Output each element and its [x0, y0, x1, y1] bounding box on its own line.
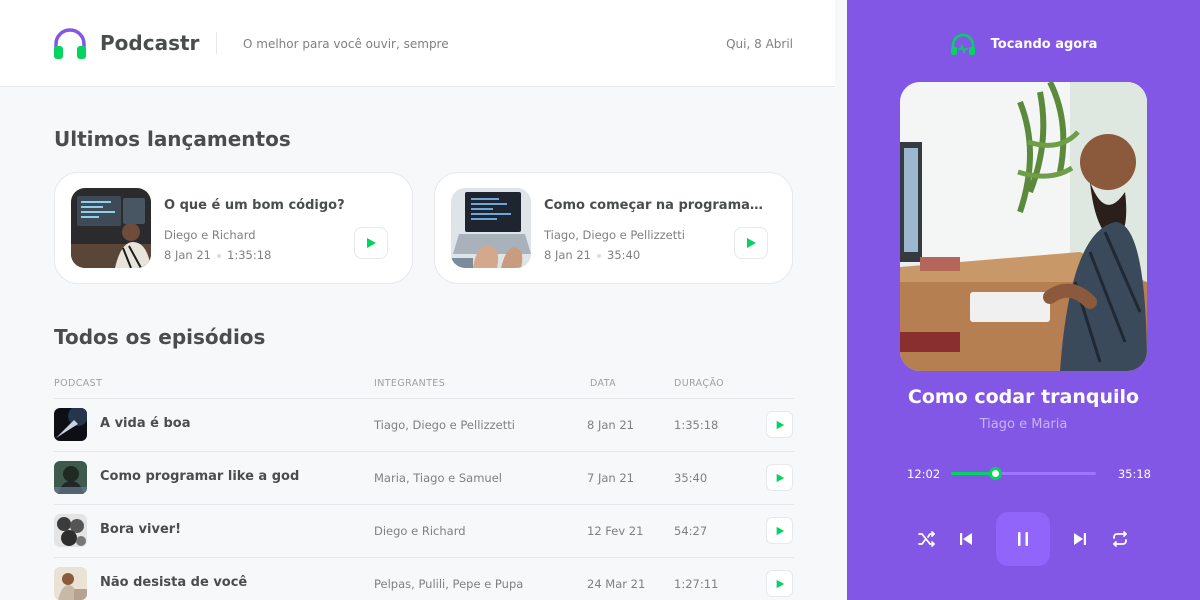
episode-title[interactable]: A vida é boa [100, 416, 190, 431]
episode-members: Pelpas, Pulili, Pepe e Pupa [374, 577, 524, 591]
column-header-duration: DURAÇÃO [674, 378, 725, 389]
episode-members: Diego e Richard [164, 228, 256, 242]
episode-title[interactable]: Não desista de você [100, 575, 247, 590]
shuffle-icon [918, 531, 935, 547]
shuffle-button[interactable] [915, 527, 939, 551]
episode-date: 7 Jan 21 [587, 471, 634, 485]
next-icon [1074, 533, 1086, 545]
episode-cover [900, 82, 1147, 371]
episode-thumbnail [54, 514, 87, 547]
repeat-button[interactable] [1108, 527, 1132, 551]
total-time: 35:18 [1117, 467, 1151, 481]
episode-title[interactable]: O que é um bom código? [164, 198, 384, 213]
repeat-icon [1113, 531, 1127, 547]
episode-members: Diego e Richard [374, 524, 466, 538]
episode-members: Maria, Tiago e Samuel [374, 471, 502, 485]
latest-episode-card[interactable]: Como começar na programação Tiago, Diego… [434, 172, 793, 284]
headphones-icon [950, 33, 975, 55]
now-playing-members: Tiago e Maria [979, 417, 1068, 432]
episode-meta: 8 Jan 21 35:40 [544, 248, 640, 262]
header: Podcastr O melhor para você ouvir, sempr… [0, 0, 835, 87]
play-button[interactable] [734, 227, 768, 259]
episode-members: Tiago, Diego e Pellizzetti [374, 418, 515, 432]
play-button[interactable] [766, 517, 793, 544]
current-time: 12:02 [907, 467, 941, 481]
episode-duration: 1:35:18 [227, 248, 272, 262]
latest-episode-card[interactable]: O que é um bom código? Diego e Richard 8… [54, 172, 413, 284]
pause-icon [1018, 532, 1028, 546]
latest-releases-title: Ultimos lançamentos [54, 127, 291, 151]
progress-fill [951, 472, 995, 475]
play-icon [367, 238, 376, 248]
previous-button[interactable] [954, 527, 978, 551]
episode-members: Tiago, Diego e Pellizzetti [544, 228, 685, 242]
next-button[interactable] [1068, 527, 1092, 551]
header-divider [216, 32, 217, 54]
progress-slider[interactable] [951, 467, 1096, 480]
episode-date: 24 Mar 21 [587, 577, 646, 591]
episode-duration: 35:40 [674, 471, 708, 485]
play-icon [776, 420, 784, 429]
episode-date: 8 Jan 21 [544, 248, 591, 262]
play-button[interactable] [354, 227, 388, 259]
now-playing-label: Tocando agora [990, 36, 1098, 52]
all-episodes-title: Todos os episódios [54, 325, 266, 349]
episode-date: 12 Fev 21 [587, 524, 644, 538]
play-button[interactable] [766, 570, 793, 597]
play-icon [776, 473, 784, 482]
play-icon [776, 579, 784, 588]
pause-button[interactable] [996, 512, 1050, 566]
episode-thumbnail [54, 408, 87, 441]
headphones-logo-icon [54, 28, 86, 59]
now-playing-header: Tocando agora [847, 33, 1200, 55]
episode-duration: 54:27 [674, 524, 708, 538]
episode-meta: 8 Jan 21 1:35:18 [164, 248, 271, 262]
table-row[interactable]: Bora viver! Diego e Richard 12 Fev 21 54… [54, 504, 794, 557]
separator-dot [597, 253, 601, 258]
play-icon [747, 238, 756, 248]
episode-duration: 35:40 [607, 248, 641, 262]
episode-title[interactable]: Bora viver! [100, 522, 181, 537]
tagline: O melhor para você ouvir, sempre [243, 37, 449, 51]
previous-icon [960, 533, 972, 545]
episode-thumbnail [71, 188, 151, 268]
table-row[interactable]: Não desista de você Pelpas, Pulili, Pepe… [54, 557, 794, 600]
column-header-podcast: PODCAST [54, 378, 103, 389]
table-row[interactable]: Como programar like a god Maria, Tiago e… [54, 451, 794, 504]
episode-thumbnail [54, 567, 87, 600]
current-date: Qui, 8 Abril [726, 37, 793, 51]
column-header-date: DATA [590, 378, 617, 389]
episode-duration: 1:35:18 [674, 418, 719, 432]
now-playing-title: Como codar tranquilo [907, 386, 1140, 408]
player-panel: Tocando agora Como codar tranquilo Tiago… [847, 0, 1200, 600]
table-row[interactable]: A vida é boa Tiago, Diego e Pellizzetti … [54, 398, 794, 451]
episode-date: 8 Jan 21 [587, 418, 634, 432]
episode-title[interactable]: Como começar na programação [544, 198, 764, 213]
progress-handle[interactable] [988, 467, 1002, 480]
column-header-members: INTEGRANTES [374, 378, 446, 389]
episode-thumbnail [54, 461, 87, 494]
episode-date: 8 Jan 21 [164, 248, 211, 262]
brand-name: Podcastr [100, 31, 200, 55]
episode-title[interactable]: Como programar like a god [100, 469, 299, 484]
episode-thumbnail [451, 188, 531, 268]
play-button[interactable] [766, 411, 793, 438]
separator-dot [217, 253, 221, 258]
play-icon [776, 526, 784, 535]
episode-duration: 1:27:11 [674, 577, 719, 591]
play-button[interactable] [766, 464, 793, 491]
